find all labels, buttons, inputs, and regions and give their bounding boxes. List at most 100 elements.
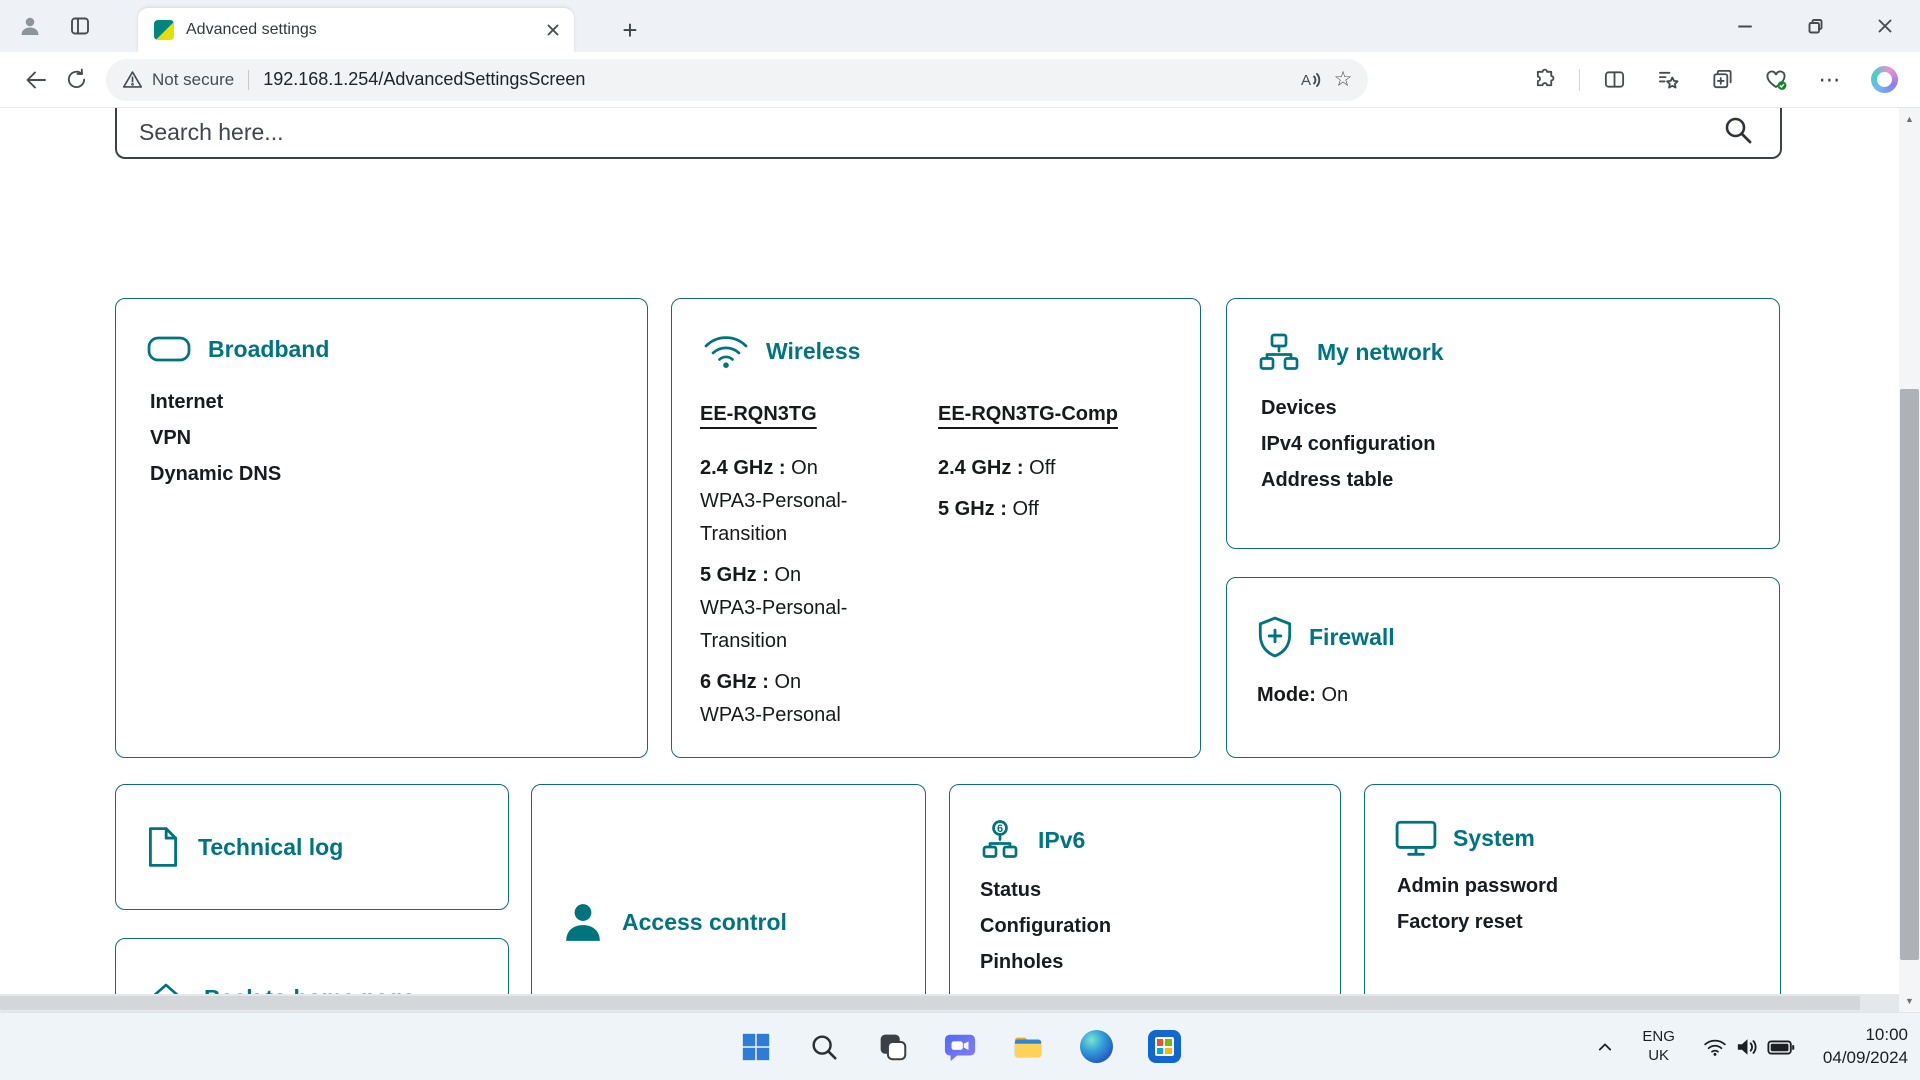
collections-button[interactable] xyxy=(1702,60,1742,100)
firewall-mode: Mode: On xyxy=(1257,684,1779,707)
technical-log-card[interactable]: Technical log xyxy=(115,784,509,910)
file-explorer-button[interactable] xyxy=(1007,1026,1049,1068)
wifi-network-primary: EE-RQN3TG 2.4 GHz : On WPA3-Personal-Tra… xyxy=(700,403,938,740)
horizontal-scrollbar[interactable] xyxy=(0,994,1899,1012)
wifi-icon xyxy=(1703,1037,1727,1057)
tab-actions-icon xyxy=(69,15,91,37)
date-text: 04/09/2024 xyxy=(1823,1047,1908,1070)
refresh-icon xyxy=(65,68,88,91)
link-admin-password[interactable]: Admin password xyxy=(1397,875,1558,898)
wifi-band: 2.4 GHz : On WPA3-Personal-Transition xyxy=(700,452,938,551)
chat-button[interactable] xyxy=(939,1026,981,1068)
link-ipv4-configuration[interactable]: IPv4 configuration xyxy=(1261,433,1435,456)
microsoft-store-button[interactable] xyxy=(1143,1026,1185,1068)
wifi-band: 5 GHz : On WPA3-Personal-Transition xyxy=(700,559,938,658)
search-icon xyxy=(809,1032,839,1062)
my-network-card-header[interactable]: My network xyxy=(1227,299,1779,371)
card-title: Access control xyxy=(622,909,787,936)
search-bar xyxy=(115,108,1782,159)
link-dynamic-dns[interactable]: Dynamic DNS xyxy=(150,463,281,486)
collections-icon xyxy=(1711,68,1734,91)
link-devices[interactable]: Devices xyxy=(1261,397,1337,420)
tab-actions-button[interactable] xyxy=(62,8,98,44)
link-configuration[interactable]: Configuration xyxy=(980,915,1111,938)
wifi-network-companion: EE-RQN3TG-Comp 2.4 GHz : Off 5 GHz : Off xyxy=(938,403,1118,740)
broadband-card-header[interactable]: Broadband xyxy=(116,299,647,365)
card-title: My network xyxy=(1317,339,1444,366)
profile-button[interactable] xyxy=(12,8,48,44)
broadband-card: Broadband Internet VPN Dynamic DNS xyxy=(115,298,648,758)
close-icon xyxy=(1878,19,1892,33)
minimize-button[interactable] xyxy=(1710,0,1780,52)
language-indicator[interactable]: ENG UK xyxy=(1642,1028,1675,1066)
address-bar[interactable]: Not secure 192.168.1.254/AdvancedSetting… xyxy=(106,59,1368,101)
split-screen-button[interactable] xyxy=(1594,60,1634,100)
link-pinholes[interactable]: Pinholes xyxy=(980,951,1063,974)
wifi-icon xyxy=(702,333,750,369)
tray-overflow-button[interactable] xyxy=(1588,1026,1622,1068)
refresh-button[interactable] xyxy=(56,60,96,100)
toolbar-divider xyxy=(1579,69,1580,91)
edge-browser-button[interactable] xyxy=(1075,1026,1117,1068)
card-title: Wireless xyxy=(766,338,860,365)
close-icon xyxy=(547,24,559,36)
edge-icon xyxy=(1080,1030,1113,1063)
scroll-up-button[interactable]: ▲ xyxy=(1899,108,1920,130)
battery-icon xyxy=(1767,1037,1795,1057)
my-network-card: My network Devices IPv4 configuration Ad… xyxy=(1226,298,1780,549)
active-tab[interactable]: Advanced settings xyxy=(138,8,574,52)
card-title: Technical log xyxy=(198,834,343,861)
search-input[interactable] xyxy=(139,119,1722,146)
link-internet[interactable]: Internet xyxy=(150,391,223,414)
profile-avatar-icon xyxy=(18,14,42,38)
new-tab-button[interactable]: + xyxy=(612,12,648,48)
favorites-star-icon xyxy=(1657,68,1680,91)
tab-close-button[interactable] xyxy=(540,17,566,43)
arrow-left-icon xyxy=(24,68,48,92)
ellipsis-icon: ⋯ xyxy=(1819,67,1842,93)
add-favorite-button[interactable]: ☆ xyxy=(1326,63,1360,97)
close-window-button[interactable] xyxy=(1850,0,1920,52)
extensions-button[interactable] xyxy=(1525,60,1565,100)
folder-icon xyxy=(1012,1031,1044,1063)
address-divider xyxy=(248,70,249,90)
wifi-band: 2.4 GHz : Off xyxy=(938,452,1118,485)
card-title: Broadband xyxy=(208,336,329,363)
taskbar-search-button[interactable] xyxy=(803,1026,845,1068)
link-status[interactable]: Status xyxy=(980,879,1041,902)
ipv6-card-header[interactable]: 6 IPv6 xyxy=(950,785,1340,861)
wireless-card: Wireless EE-RQN3TG 2.4 GHz : On WPA3-Per… xyxy=(671,298,1201,758)
document-icon xyxy=(146,826,180,868)
card-title: Firewall xyxy=(1309,624,1395,651)
search-button[interactable] xyxy=(1722,114,1754,151)
favorites-button[interactable] xyxy=(1648,60,1688,100)
essentials-heart-icon xyxy=(1764,68,1788,92)
tab-title: Advanced settings xyxy=(186,21,540,39)
url-text: 192.168.1.254/AdvancedSettingsScreen xyxy=(263,69,585,90)
split-screen-icon xyxy=(1603,68,1626,91)
read-aloud-button[interactable]: A xyxy=(1292,63,1326,97)
scroll-down-button[interactable]: ▼ xyxy=(1899,990,1920,1012)
person-icon xyxy=(562,901,604,943)
link-address-table[interactable]: Address table xyxy=(1261,469,1393,492)
volume-icon xyxy=(1735,1036,1759,1058)
browser-essentials-button[interactable] xyxy=(1756,60,1796,100)
start-button[interactable] xyxy=(735,1026,777,1068)
system-tray-icons[interactable] xyxy=(1695,1030,1803,1064)
link-vpn[interactable]: VPN xyxy=(150,427,191,450)
system-card-header[interactable]: System xyxy=(1365,785,1780,857)
firewall-card-header[interactable]: Firewall xyxy=(1227,578,1779,658)
scrollbar-thumb[interactable] xyxy=(1900,389,1919,960)
horizontal-scrollbar-thumb[interactable] xyxy=(0,996,1860,1010)
settings-menu-button[interactable]: ⋯ xyxy=(1810,60,1850,100)
network-nodes-icon xyxy=(1257,333,1301,371)
copilot-button[interactable] xyxy=(1864,60,1904,100)
not-secure-warning-icon xyxy=(122,69,143,90)
back-button[interactable] xyxy=(16,60,56,100)
restore-button[interactable] xyxy=(1780,0,1850,52)
link-factory-reset[interactable]: Factory reset xyxy=(1397,911,1523,934)
taskbar-clock[interactable]: 10:00 04/09/2024 xyxy=(1823,1024,1908,1070)
wireless-card-header[interactable]: Wireless xyxy=(672,299,1200,369)
task-view-button[interactable] xyxy=(871,1026,913,1068)
vertical-scrollbar[interactable]: ▲ ▼ xyxy=(1899,108,1920,1012)
